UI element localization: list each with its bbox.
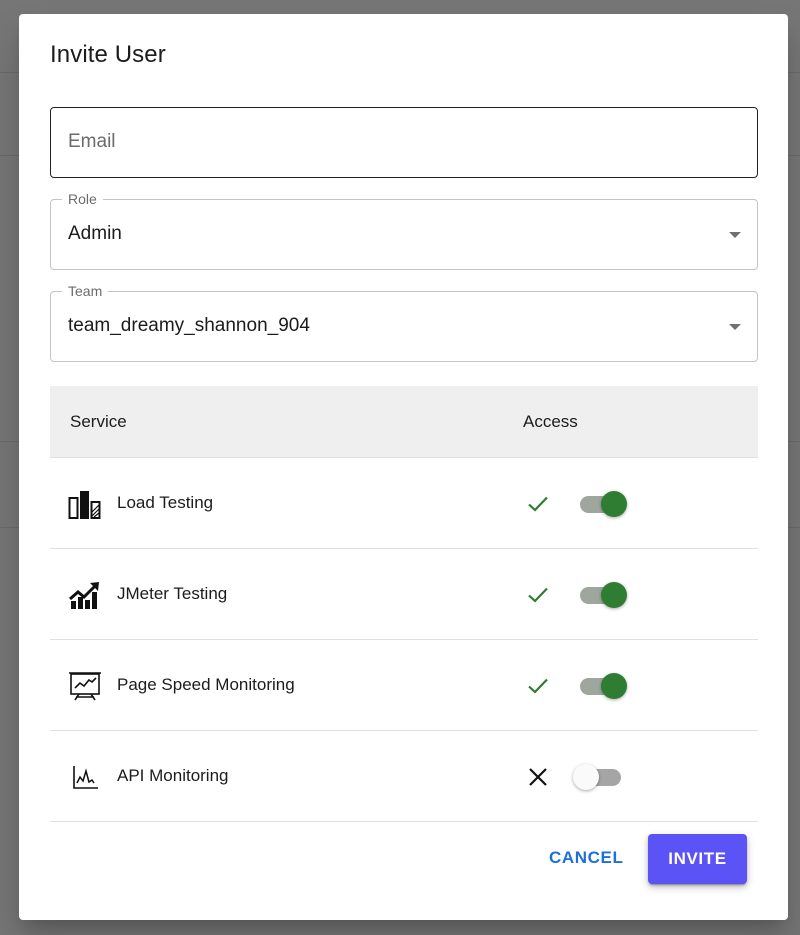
toggle-thumb[interactable] — [601, 582, 627, 608]
chevron-down-icon[interactable] — [729, 324, 741, 330]
role-value: Admin — [68, 223, 122, 244]
toggle-thumb[interactable] — [573, 764, 599, 790]
team-value: team_dreamy_shannon_904 — [68, 315, 310, 336]
dialog-title: Invite User — [50, 41, 166, 68]
table-row: JMeter Testing — [50, 549, 758, 640]
column-header-service: Service — [70, 412, 127, 431]
access-toggle[interactable] — [577, 673, 627, 699]
service-label: Load Testing — [117, 493, 214, 512]
dialog-actions: CANCEL INVITE — [19, 834, 788, 886]
table-row: API Monitoring — [50, 731, 758, 822]
invite-button[interactable]: INVITE — [648, 834, 747, 884]
role-label: Role — [62, 191, 103, 207]
access-toggle[interactable] — [577, 491, 627, 517]
column-header-access: Access — [523, 412, 578, 431]
team-select[interactable]: Team team_dreamy_shannon_904 — [50, 283, 758, 362]
toggle-thumb[interactable] — [601, 673, 627, 699]
bar-chart-icon — [68, 491, 101, 519]
access-toggle[interactable] — [573, 764, 627, 790]
role-select[interactable]: Role Admin — [50, 191, 758, 270]
trending-up-icon — [69, 582, 99, 609]
service-label: JMeter Testing — [117, 584, 228, 603]
check-icon — [528, 587, 548, 603]
close-icon — [529, 768, 547, 786]
team-label: Team — [62, 283, 109, 299]
invite-user-dialog: Invite User Email Role Admin Team team_d… — [19, 14, 788, 920]
service-access-table: Service Access Load Testing JMeter Testi… — [50, 386, 758, 822]
access-toggle[interactable] — [577, 582, 627, 608]
email-field[interactable]: Email — [50, 107, 758, 178]
toggle-thumb[interactable] — [601, 491, 627, 517]
service-label: Page Speed Monitoring — [117, 675, 295, 694]
check-icon — [528, 496, 548, 512]
service-label: API Monitoring — [117, 766, 229, 785]
table-header: Service Access — [50, 386, 758, 458]
cancel-button[interactable]: CANCEL — [549, 848, 623, 868]
check-icon — [528, 678, 548, 694]
pulse-chart-icon — [73, 766, 98, 789]
chevron-down-icon[interactable] — [729, 232, 741, 238]
table-row: Load Testing — [50, 458, 758, 549]
email-placeholder: Email — [68, 131, 116, 152]
presentation-chart-icon — [69, 672, 101, 701]
table-row: Page Speed Monitoring — [50, 640, 758, 731]
